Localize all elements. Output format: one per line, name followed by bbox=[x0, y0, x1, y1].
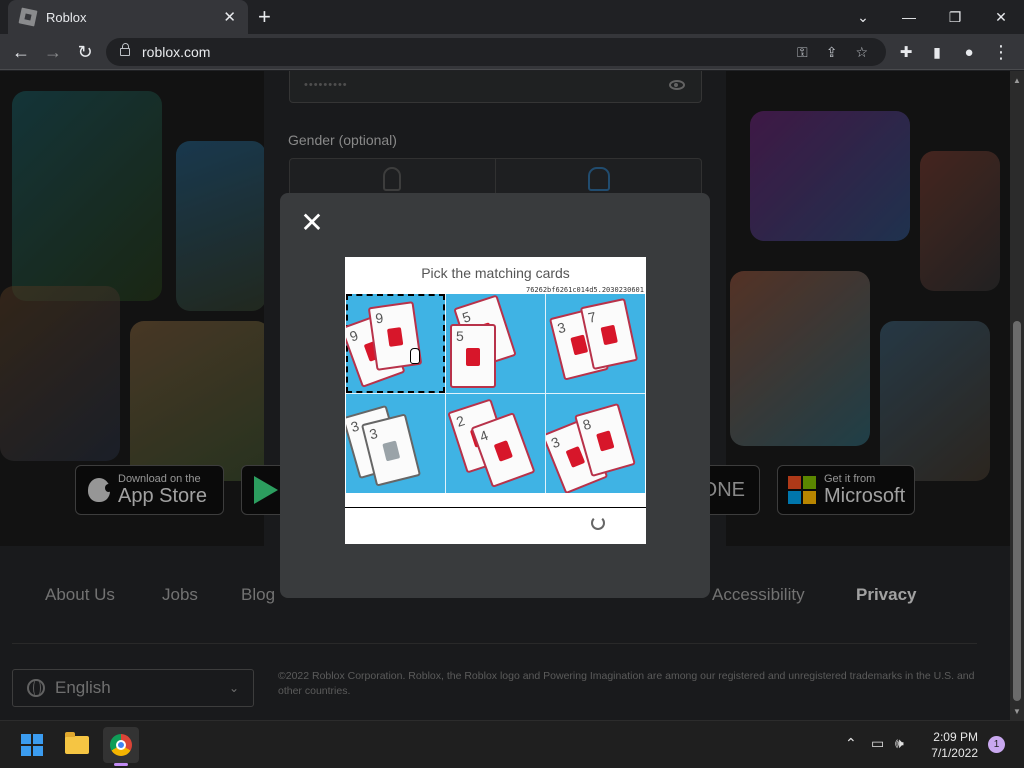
start-button[interactable] bbox=[14, 727, 50, 763]
file-explorer-button[interactable] bbox=[59, 727, 95, 763]
captcha-grid: 995537332438 bbox=[346, 294, 645, 493]
minimize-button[interactable]: — bbox=[886, 0, 932, 34]
windows-logo-icon bbox=[21, 734, 43, 756]
card-number: 3 bbox=[548, 433, 562, 452]
card-number: 3 bbox=[367, 425, 380, 443]
card-number: 8 bbox=[580, 415, 593, 434]
network-icon[interactable]: ▭ bbox=[871, 735, 884, 752]
card-suit-icon bbox=[493, 440, 513, 462]
playing-card: 4 bbox=[470, 412, 536, 488]
captcha-tile[interactable]: 37 bbox=[546, 294, 645, 393]
card-suit-icon bbox=[596, 430, 615, 452]
captcha-challenge: Pick the matching cards 76262bf6261c014d… bbox=[345, 257, 646, 544]
card-number: 9 bbox=[374, 309, 385, 327]
card-number: 2 bbox=[454, 412, 467, 430]
lock-icon[interactable] bbox=[120, 43, 130, 56]
clock-time: 2:09 PM bbox=[933, 730, 978, 744]
reload-icon[interactable]: ↻ bbox=[74, 41, 96, 63]
notification-badge[interactable]: 1 bbox=[988, 736, 1005, 753]
clock-date: 7/1/2022 bbox=[931, 746, 978, 760]
captcha-divider bbox=[345, 507, 646, 508]
card-suit-icon bbox=[386, 327, 404, 347]
tab-strip: Roblox ✕ + ⌄ — ❐ ✕ bbox=[0, 0, 1024, 34]
key-icon[interactable]: ⚿ bbox=[797, 44, 808, 61]
chevron-up-icon[interactable]: ⌃ bbox=[845, 735, 857, 752]
playing-card: 5 bbox=[450, 324, 496, 388]
captcha-tile[interactable]: 55 bbox=[446, 294, 545, 393]
share-icon[interactable]: ⇪ bbox=[826, 44, 838, 61]
chrome-icon bbox=[110, 734, 132, 756]
card-number: 3 bbox=[555, 319, 568, 337]
tab-search-icon[interactable]: ⌄ bbox=[840, 0, 886, 34]
scroll-thumb[interactable] bbox=[1013, 321, 1021, 701]
roblox-favicon-icon bbox=[18, 7, 38, 27]
card-number: 7 bbox=[586, 308, 598, 326]
profile-icon[interactable]: ● bbox=[958, 41, 980, 63]
system-clock[interactable]: 2:09 PM 7/1/2022 bbox=[920, 729, 978, 761]
captcha-tile[interactable]: 33 bbox=[346, 394, 445, 493]
chrome-taskbar-button[interactable] bbox=[103, 727, 139, 763]
address-bar[interactable]: roblox.com ⚿ ⇪ ☆ bbox=[106, 38, 886, 66]
extensions-icon[interactable]: ✚ bbox=[895, 41, 917, 63]
card-suit-icon bbox=[382, 440, 401, 462]
close-window-button[interactable]: ✕ bbox=[978, 0, 1024, 34]
page-scrollbar[interactable]: ▲ ▼ bbox=[1010, 71, 1024, 720]
windows-taskbar: ⌃ ▭ 🕪 2:09 PM 7/1/2022 1 bbox=[0, 720, 1024, 768]
bookmark-star-icon[interactable]: ☆ bbox=[855, 44, 868, 61]
forward-icon[interactable]: → bbox=[42, 41, 64, 63]
captcha-hash: 76262bf6261c014d5.2030230601 bbox=[525, 286, 644, 294]
browser-toolbar: ← → ↻ roblox.com ⚿ ⇪ ☆ ✚ ▮ ● ⋮ bbox=[0, 34, 1024, 70]
restore-button[interactable]: ❐ bbox=[932, 0, 978, 34]
card-suit-icon bbox=[565, 445, 586, 468]
scroll-up-icon[interactable]: ▲ bbox=[1010, 73, 1024, 87]
card-number: 5 bbox=[456, 328, 464, 344]
refresh-icon[interactable] bbox=[591, 516, 605, 530]
captcha-tile[interactable]: 38 bbox=[546, 394, 645, 493]
card-number: 4 bbox=[477, 426, 491, 445]
url-text[interactable]: roblox.com bbox=[142, 44, 797, 60]
menu-icon[interactable]: ⋮ bbox=[990, 41, 1012, 63]
captcha-tile[interactable]: 99 bbox=[346, 294, 445, 393]
card-number: 3 bbox=[348, 417, 361, 436]
volume-icon[interactable]: 🕪 bbox=[895, 735, 904, 752]
folder-icon bbox=[65, 732, 89, 754]
close-modal-button[interactable]: ✕ bbox=[300, 209, 324, 237]
card-suit-icon bbox=[466, 348, 480, 366]
card-suit-icon bbox=[600, 324, 618, 346]
captcha-title: Pick the matching cards bbox=[421, 265, 570, 281]
captcha-tile[interactable]: 24 bbox=[446, 394, 545, 493]
tab-title: Roblox bbox=[46, 9, 87, 25]
new-tab-button[interactable]: + bbox=[258, 4, 271, 30]
browser-tab[interactable]: Roblox ✕ bbox=[8, 0, 248, 34]
side-panel-icon[interactable]: ▮ bbox=[926, 41, 948, 63]
card-number: 9 bbox=[347, 326, 361, 345]
active-app-indicator bbox=[114, 763, 128, 766]
tab-close-icon[interactable]: ✕ bbox=[223, 8, 236, 26]
hand-pointer-icon bbox=[410, 348, 420, 364]
back-icon[interactable]: ← bbox=[10, 41, 32, 63]
scroll-down-icon[interactable]: ▼ bbox=[1010, 704, 1024, 718]
